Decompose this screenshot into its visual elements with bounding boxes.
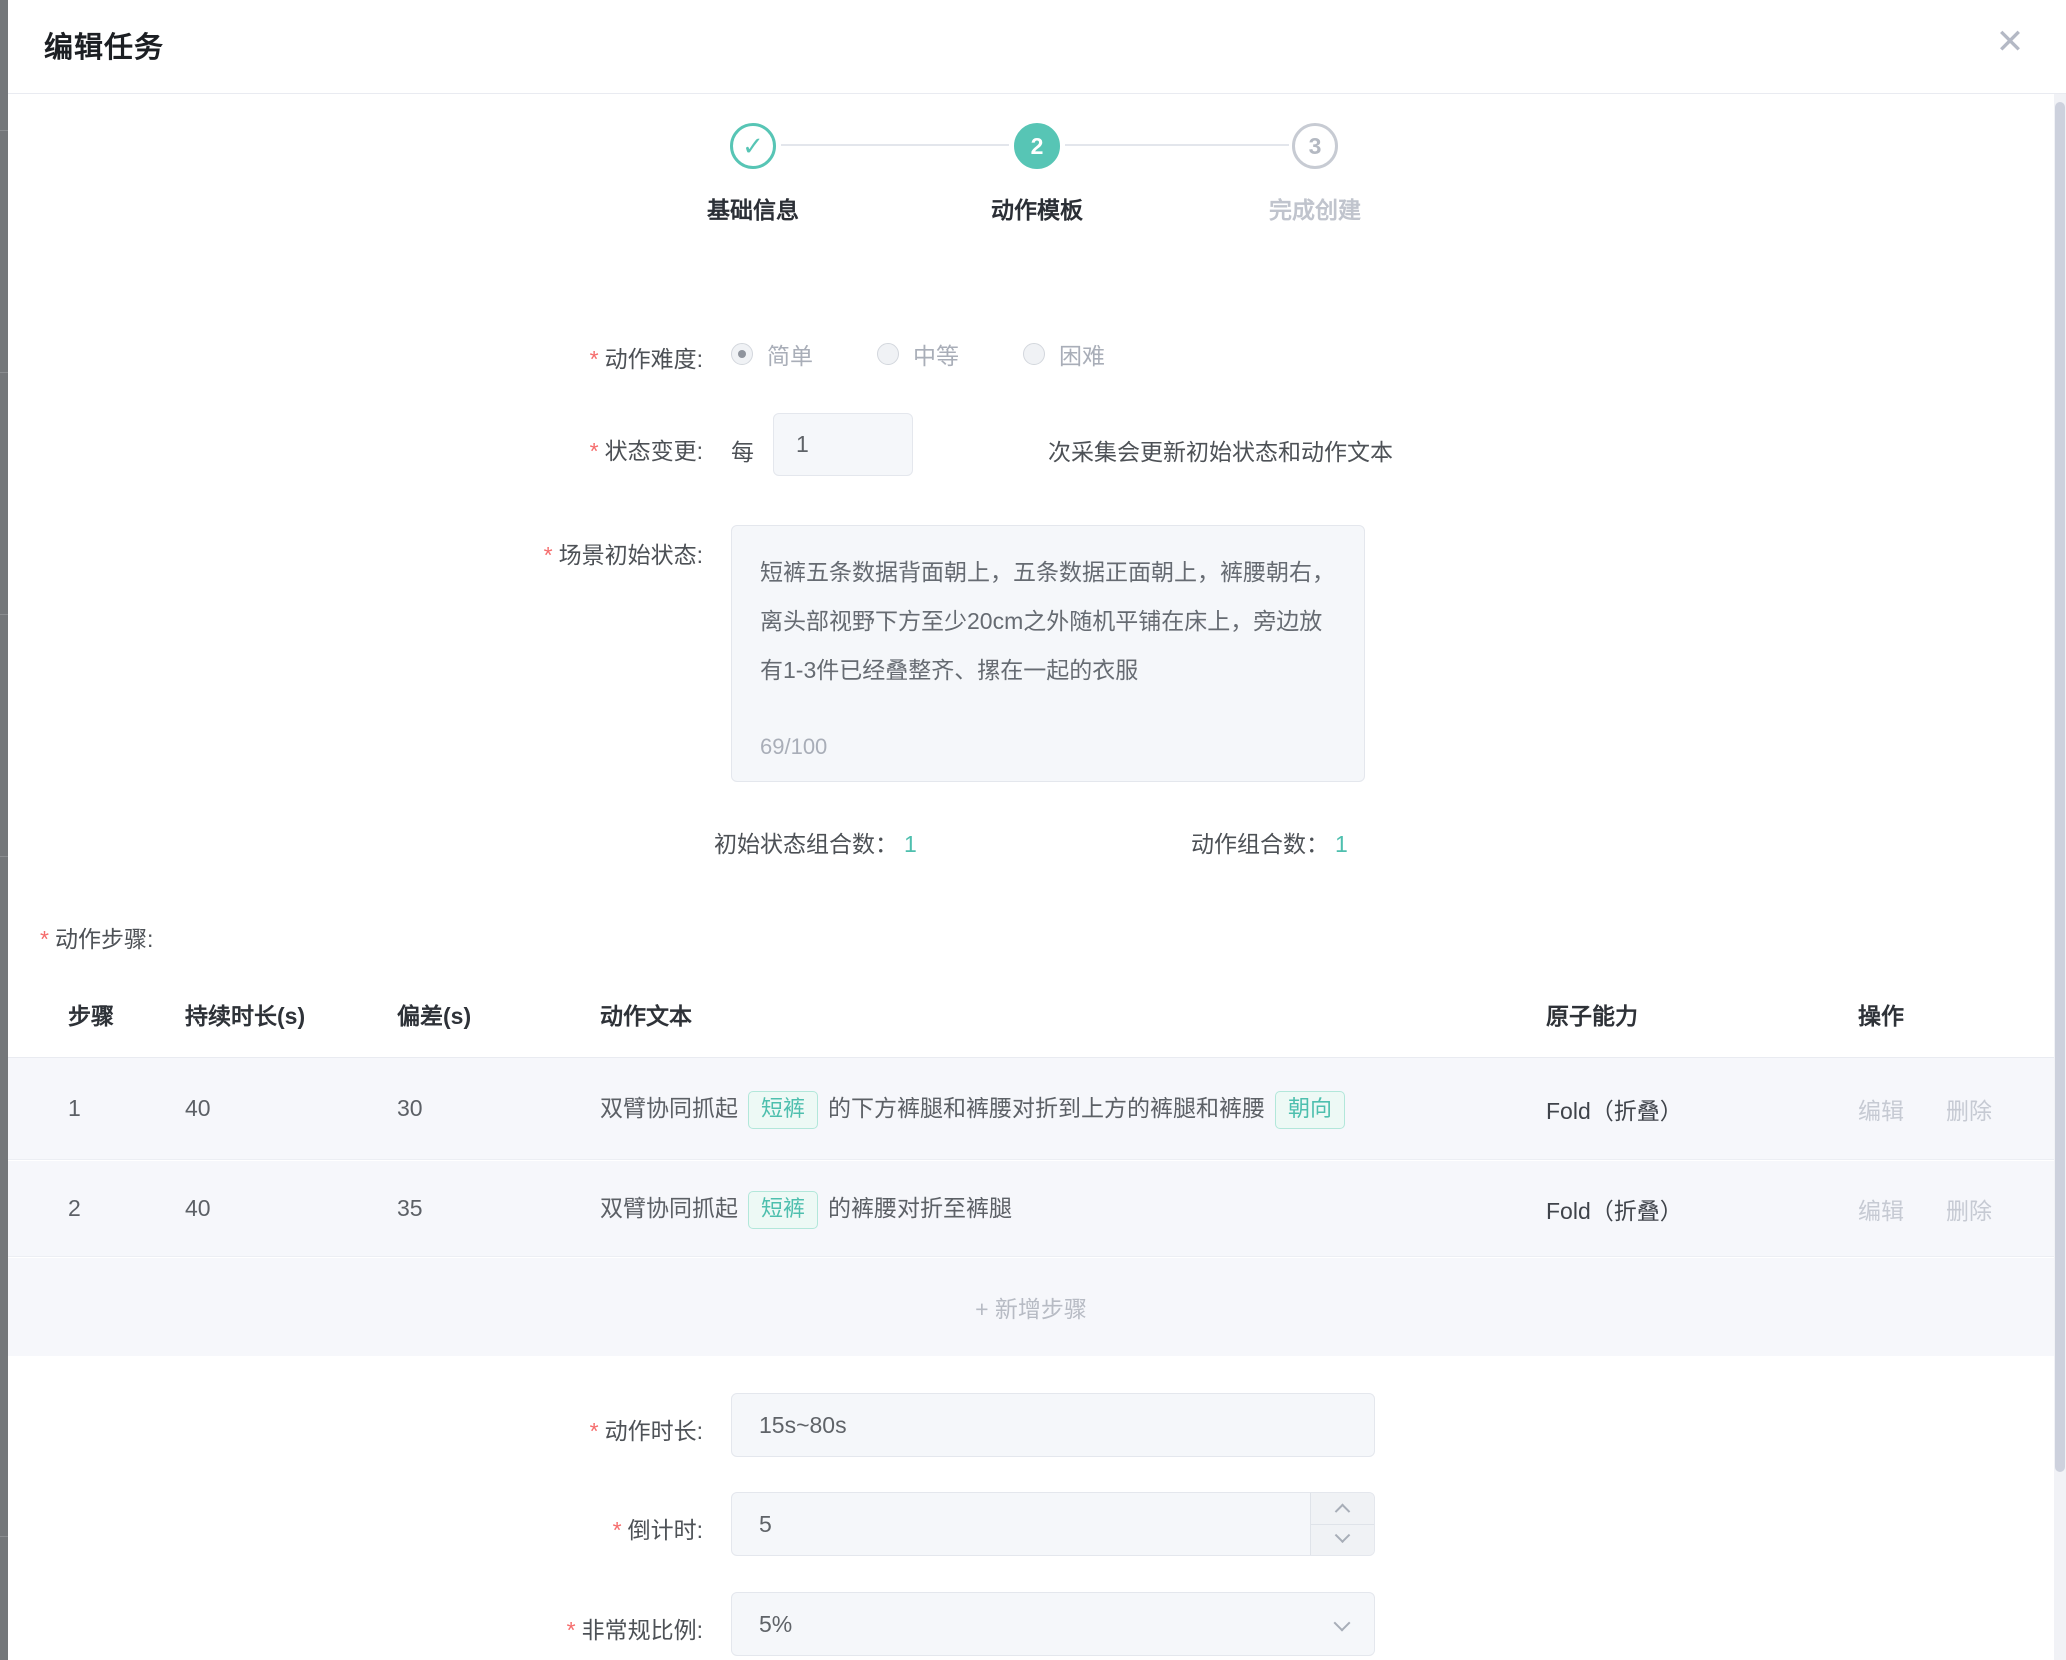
step-number: 3 [1292,123,1338,169]
close-icon[interactable]: ✕ [1986,18,2034,66]
required-asterisk: * [590,438,599,464]
operations-cell: 编辑 删除 [1858,1192,2054,1226]
step-number: 2 [1014,123,1060,169]
chevron-up-icon [1335,1503,1351,1519]
action-combo-value: 1 [1335,831,1348,857]
initial-state-label: *场景初始状态: [43,536,703,570]
state-change-prefix: 每 [731,433,754,467]
chevron-down-icon [1335,1528,1351,1544]
radio-selected-icon[interactable] [731,343,753,365]
column-header: 操作 [1858,997,2054,1031]
state-change-label: *状态变更: [43,432,703,466]
table-row: 24035双臂协同抓起短裤的裤腰对折至裤腿Fold（折叠）编辑删除 [8,1161,2054,1257]
radio-option[interactable]: 困难 [1023,337,1105,371]
edit-link[interactable]: 编辑 [1858,1198,1904,1224]
deviation-cell: 35 [397,1195,600,1222]
chevron-down-icon [1334,1615,1351,1632]
dialog-title: 编辑任务 [44,24,164,66]
object-tag: 短裤 [748,1191,818,1229]
increase-button[interactable] [1311,1493,1374,1525]
check-icon: ✓ [730,123,776,169]
ability-cell: Fold（折叠） [1546,1092,1858,1126]
required-asterisk: * [544,542,553,568]
ability-cell: Fold（折叠） [1546,1192,1858,1226]
object-tag: 短裤 [748,1091,818,1129]
countdown-input[interactable]: 5 [731,1492,1375,1556]
step-2: 2 动作模板 [897,123,1177,225]
action-text: 的裤腰对折至裤腿 [828,1195,1012,1221]
action-text: 双臂协同抓起 [600,1095,738,1121]
action-steps-label: *动作步骤: [40,920,153,954]
step-cell: 2 [8,1195,185,1222]
background-page-edge [0,0,8,1660]
scrollbar-track[interactable] [2054,94,2066,1660]
column-header: 动作文本 [600,997,1546,1031]
initial-state-value: 短裤五条数据背面朝上，五条数据正面朝上，裤腰朝右，离头部视野下方至少20cm之外… [760,559,1335,683]
duration-value: 15s~80s [759,1412,847,1439]
decrease-button[interactable] [1311,1525,1374,1556]
delete-link[interactable]: 删除 [1946,1198,1992,1224]
duration-input[interactable]: 15s~80s [731,1393,1375,1457]
action-text: 的下方裤腿和裤腰对折到上方的裤腿和裤腰 [828,1095,1265,1121]
difficulty-radio-group: 简单 中等 困难 [731,338,1169,370]
char-counter: 69/100 [760,734,827,760]
edit-link[interactable]: 编辑 [1858,1098,1904,1124]
radio-label: 困难 [1059,337,1105,371]
state-change-input[interactable]: 1 [773,413,913,476]
column-header: 偏差(s) [397,997,600,1031]
required-asterisk: * [40,926,49,952]
edit-task-dialog: 编辑任务 ✕ ✓ 基础信息 2 动作模板 3 完成创建 *动作难度: 简单 中等 困难 *状态… [8,0,2066,1660]
duration-label: *动作时长: [43,1412,703,1446]
object-tag: 朝向 [1275,1091,1345,1129]
number-stepper [1310,1493,1374,1555]
action-text-cell: 双臂协同抓起短裤的裤腰对折至裤腿 [600,1189,1546,1229]
action-text-cell: 双臂协同抓起短裤的下方裤腿和裤腰对折到上方的裤腿和裤腰朝向 [600,1089,1546,1129]
initial-combo-count: 初始状态组合数：1 [714,825,917,859]
operations-cell: 编辑 删除 [1858,1092,2054,1126]
column-header: 原子能力 [1546,997,1858,1031]
action-text: 双臂协同抓起 [600,1195,738,1221]
scrollbar-thumb[interactable] [2055,102,2065,1472]
step-label: 完成创建 [1175,191,1455,225]
required-asterisk: * [613,1517,622,1543]
header-divider [8,93,2066,94]
column-header: 步骤 [8,997,185,1031]
radio-icon[interactable] [1023,343,1045,365]
required-asterisk: * [567,1617,576,1643]
unusual-ratio-value: 5% [759,1611,792,1638]
required-asterisk: * [590,1418,599,1444]
difficulty-label: *动作难度: [43,340,703,374]
add-step-button[interactable]: + 新增步骤 [8,1258,2054,1356]
initial-state-textarea[interactable]: 短裤五条数据背面朝上，五条数据正面朝上，裤腰朝右，离头部视野下方至少20cm之外… [731,525,1365,782]
unusual-ratio-label: *非常规比例: [43,1611,703,1645]
column-header: 持续时长(s) [185,997,397,1031]
radio-icon[interactable] [877,343,899,365]
countdown-value: 5 [759,1511,772,1538]
step-label: 基础信息 [613,191,893,225]
step-1: ✓ 基础信息 [613,123,893,225]
step-3: 3 完成创建 [1175,123,1455,225]
table-row: 14030双臂协同抓起短裤的下方裤腿和裤腰对折到上方的裤腿和裤腰朝向Fold（折… [8,1058,2054,1160]
step-label: 动作模板 [897,191,1177,225]
duration-cell: 40 [185,1095,397,1122]
state-change-value: 1 [796,431,809,458]
unusual-ratio-select[interactable]: 5% [731,1592,1375,1656]
step-cell: 1 [8,1095,185,1122]
table-header-row: 步骤持续时长(s)偏差(s)动作文本原子能力操作 [8,970,2054,1058]
state-change-suffix: 次采集会更新初始状态和动作文本 [1048,433,1393,467]
duration-cell: 40 [185,1195,397,1222]
radio-label: 中等 [913,337,959,371]
action-combo-count: 动作组合数：1 [1191,825,1348,859]
radio-option[interactable]: 中等 [877,337,959,371]
countdown-label: *倒计时: [43,1511,703,1545]
required-asterisk: * [590,346,599,372]
deviation-cell: 30 [397,1095,600,1122]
radio-label: 简单 [767,337,813,371]
radio-option[interactable]: 简单 [731,337,813,371]
initial-combo-value: 1 [904,831,917,857]
delete-link[interactable]: 删除 [1946,1098,1992,1124]
